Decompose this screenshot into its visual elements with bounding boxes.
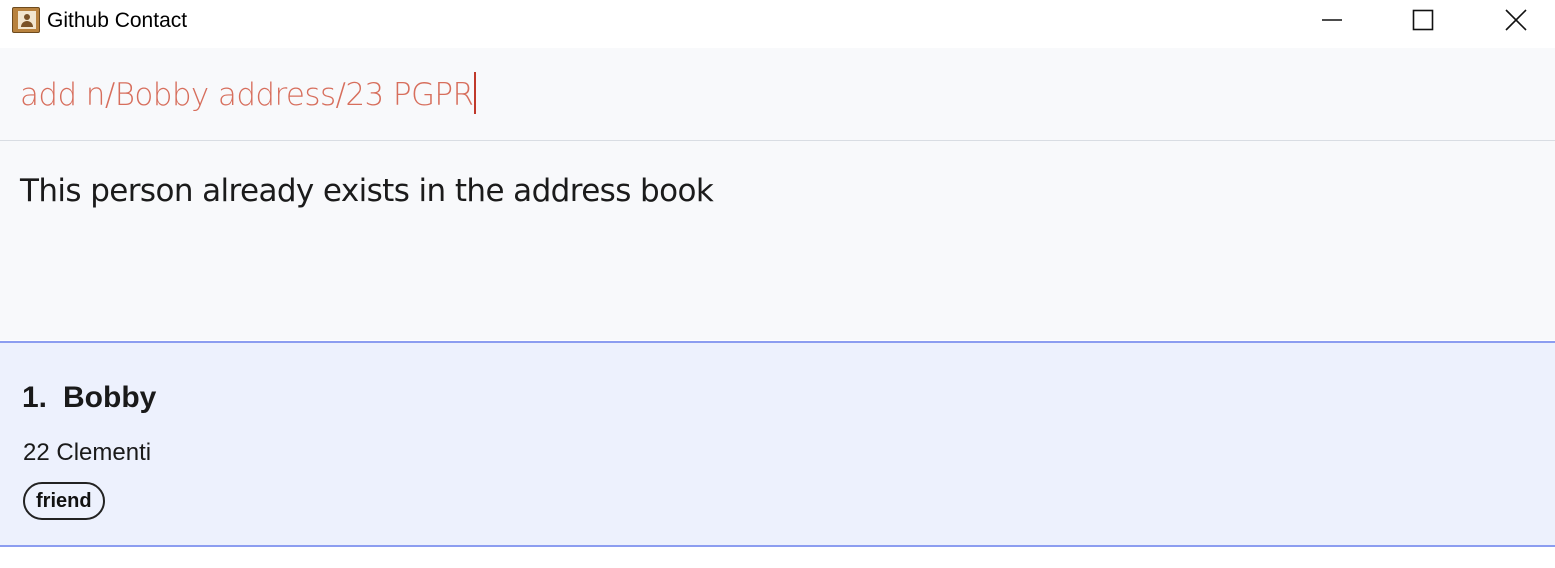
minimize-icon [1322,19,1342,21]
maximize-icon [1412,9,1434,31]
person-card[interactable]: 1. Bobby 22 Clementi friend [0,341,1555,547]
command-text: add n/Bobby address/23 PGPR [20,77,474,113]
result-display[interactable]: This person already exists in the addres… [0,141,1555,340]
result-message: This person already exists in the addres… [20,173,714,209]
maximize-button[interactable] [1400,0,1446,40]
person-name: Bobby [63,381,157,414]
close-icon [1505,9,1527,31]
person-address: 22 Clementi [23,439,152,466]
command-box[interactable]: add n/Bobby address/23 PGPR [0,48,1555,141]
address-book-page [18,11,36,29]
title-bar[interactable]: Github Contact [0,0,1555,42]
contact-body [21,21,33,27]
contact-head [24,14,30,20]
text-caret [474,72,477,114]
person-index: 1. [22,381,48,414]
window-title: Github Contact [47,9,188,32]
person-tag: friend [23,482,105,520]
minimize-button[interactable] [1309,0,1355,40]
close-button[interactable] [1493,0,1539,40]
command-input[interactable]: add n/Bobby address/23 PGPR [20,72,477,115]
address-book-icon [12,7,40,33]
person-list[interactable]: 1. Bobby 22 Clementi friend [0,340,1555,568]
app-window: Github Contact add n/Bobby address/23 PG… [0,0,1555,568]
